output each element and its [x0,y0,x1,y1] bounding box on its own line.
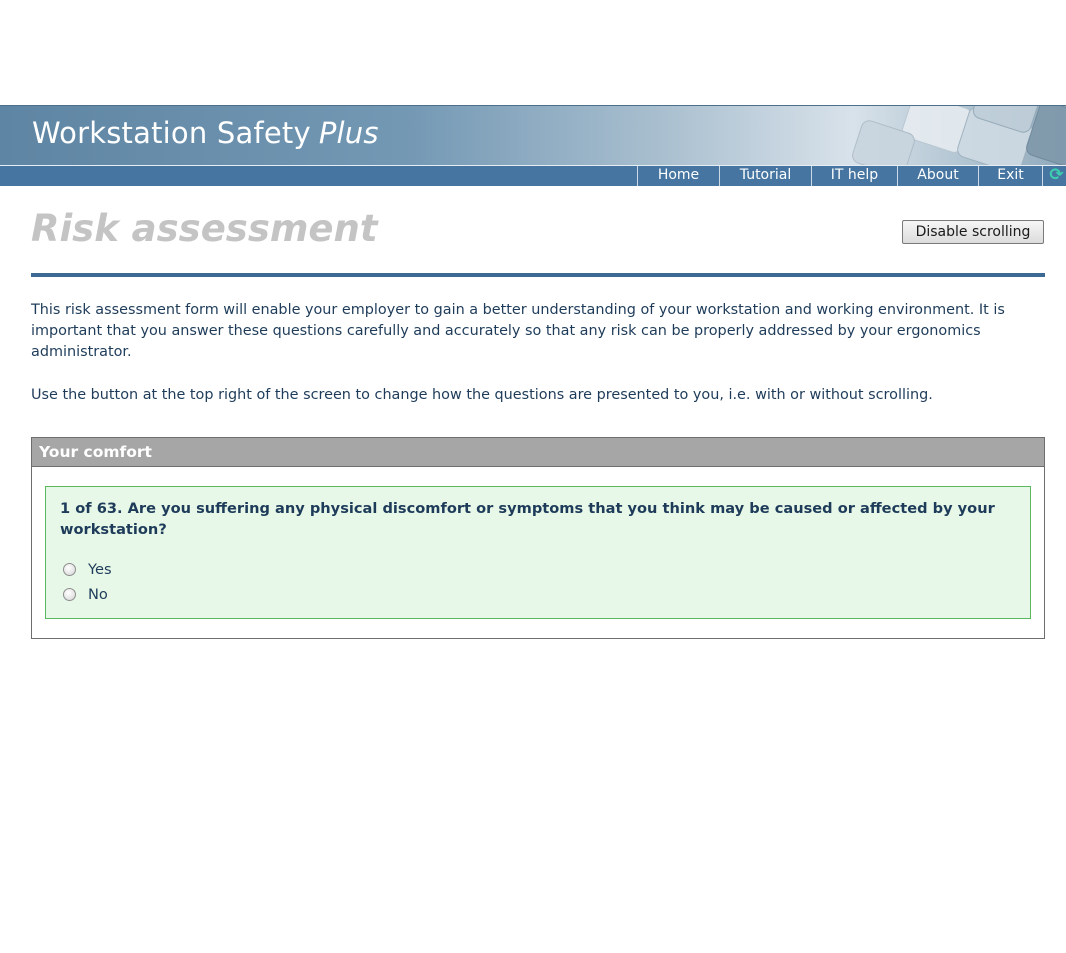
instructions-paragraph: Use the button at the top right of the s… [31,387,933,403]
nav-it-help[interactable]: IT help [811,166,897,186]
refresh-icon[interactable]: ⟳ [1047,166,1066,186]
option-no-label[interactable]: No [88,586,108,603]
page-title: Risk assessment [31,207,378,250]
question-box: 1 of 63. Are you suffering any physical … [45,486,1031,619]
nav-tutorial[interactable]: Tutorial [719,166,811,186]
radio-yes[interactable] [63,562,76,576]
title-divider [31,273,1045,277]
header-banner: Workstation Safety Plus [0,105,1066,166]
app-title-text: Workstation Safety [32,116,311,150]
option-yes-label[interactable]: Yes [88,561,112,578]
nav-about[interactable]: About [897,166,978,186]
nav-exit[interactable]: Exit [978,166,1043,186]
keyboard-image [852,106,1066,166]
app-window: Workstation Safety Plus Home Tutorial IT … [0,0,1066,953]
section-header: Your comfort [32,438,1044,467]
app-title: Workstation Safety Plus [32,116,379,150]
option-yes[interactable]: Yes [63,559,112,579]
disable-scrolling-button[interactable]: Disable scrolling [902,220,1044,244]
intro-paragraph: This risk assessment form will enable yo… [31,302,1005,360]
radio-no[interactable] [63,587,76,601]
nav-bar: Home Tutorial IT help About Exit ⟳ [0,165,1066,186]
question-text: 1 of 63. Are you suffering any physical … [60,500,995,538]
app-title-plus: Plus [318,116,379,150]
nav-home[interactable]: Home [637,166,719,186]
nav-menu: Home Tutorial IT help About Exit [637,166,1043,186]
section-your-comfort: Your comfort 1 of 63. Are you suffering … [31,437,1045,639]
option-no[interactable]: No [63,584,108,604]
